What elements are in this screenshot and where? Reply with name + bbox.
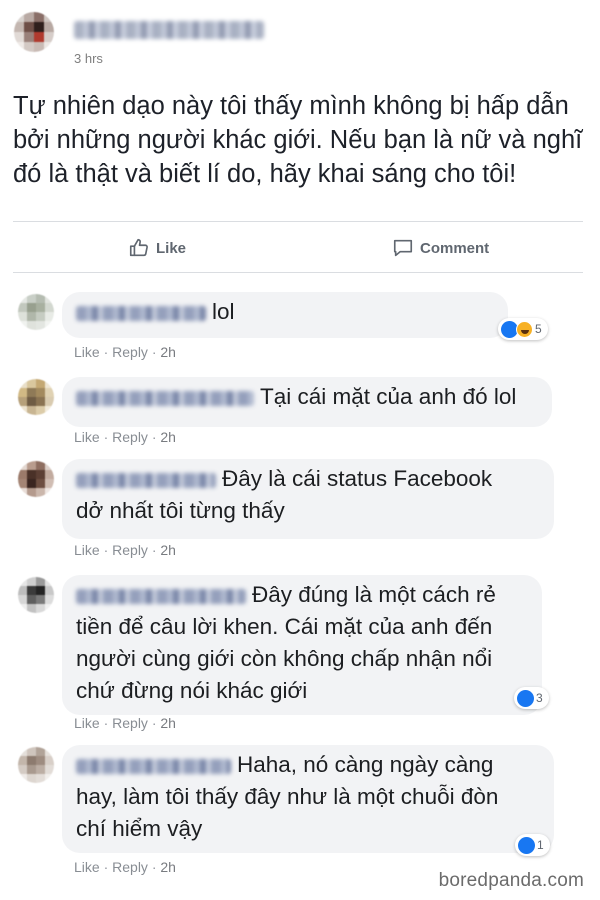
like-reaction-icon	[517, 689, 534, 707]
comment-button[interactable]: Comment	[392, 234, 489, 262]
commenter-name-redacted[interactable]	[76, 472, 216, 488]
comment-time[interactable]: 2h	[160, 542, 176, 558]
comment-meta: Like · Reply · 2h	[74, 542, 176, 558]
comment-bubble: Đây là cái status Facebook dở nhất tôi t…	[62, 459, 554, 539]
reaction-summary[interactable]: 1	[515, 834, 550, 856]
comment-reply-link[interactable]: Reply	[112, 715, 148, 731]
thumbs-up-icon	[128, 237, 150, 259]
post-timestamp[interactable]: 3 hrs	[74, 51, 103, 66]
comment-text: lol	[212, 299, 235, 324]
reaction-summary[interactable]: 5	[498, 318, 548, 340]
comment-bubble: Đây đúng là một cách rẻ tiền để câu lời …	[62, 575, 542, 715]
avatar[interactable]	[18, 577, 54, 613]
comment-text-line-3: chí hiểm vậy	[76, 816, 203, 841]
comment-meta: Like · Reply · 2h	[74, 715, 176, 731]
comment-bubble: lol	[62, 292, 508, 338]
comment-time[interactable]: 2h	[160, 429, 176, 445]
reaction-count: 1	[537, 838, 544, 852]
avatar[interactable]	[18, 294, 54, 330]
comment-text-line-3: người cùng giới còn không chấp nhận nổi	[76, 646, 493, 671]
like-reaction-icon	[518, 836, 535, 854]
comment-like-link[interactable]: Like	[74, 542, 100, 558]
comment-text: Đây là cái status Facebook	[222, 466, 493, 491]
like-button[interactable]: Like	[128, 234, 186, 262]
post-header: 3 hrs	[14, 12, 584, 68]
comment-text-line-2: hay, làm tôi thấy đây như là một chuỗi đ…	[76, 784, 499, 809]
commenter-name-redacted[interactable]	[76, 305, 206, 321]
comment-text-line-4: chứ đừng nói khác giới	[76, 678, 308, 703]
speech-bubble-icon	[392, 237, 414, 259]
author-name-redacted[interactable]	[74, 21, 264, 39]
divider	[13, 272, 583, 273]
avatar[interactable]	[18, 461, 54, 497]
comment-time[interactable]: 2h	[160, 715, 176, 731]
comment-text: Tại cái mặt của anh đó lol	[260, 384, 517, 409]
avatar[interactable]	[18, 747, 54, 783]
watermark: boredpanda.com	[438, 870, 584, 891]
divider	[13, 221, 583, 222]
commenter-name-redacted[interactable]	[76, 588, 246, 604]
comment-bubble: Haha, nó càng ngày càng hay, làm tôi thấ…	[62, 745, 554, 853]
comment-time[interactable]: 2h	[160, 344, 176, 360]
avatar[interactable]	[14, 12, 54, 52]
comment-text-line-2: tiền để câu lời khen. Cái mặt của anh đế…	[76, 614, 493, 639]
avatar[interactable]	[18, 379, 54, 415]
comment-reply-link[interactable]: Reply	[112, 542, 148, 558]
comment-reply-link[interactable]: Reply	[112, 344, 148, 360]
reaction-count: 5	[535, 322, 542, 336]
comment-meta: Like · Reply · 2h	[74, 344, 176, 360]
reaction-summary[interactable]: 3	[514, 687, 549, 709]
haha-reaction-icon	[516, 320, 533, 338]
comment-like-link[interactable]: Like	[74, 715, 100, 731]
comment-meta: Like · Reply · 2h	[74, 859, 176, 875]
comment-reply-link[interactable]: Reply	[112, 859, 148, 875]
comment-time[interactable]: 2h	[160, 859, 176, 875]
comment-label: Comment	[420, 239, 490, 257]
comment-text: Haha, nó càng ngày càng	[237, 752, 494, 777]
comment-reply-link[interactable]: Reply	[112, 429, 148, 445]
comment-bubble: Tại cái mặt của anh đó lol	[62, 377, 552, 427]
commenter-name-redacted[interactable]	[76, 390, 254, 406]
reaction-count: 3	[536, 691, 543, 705]
comment-text-line-2: dở nhất tôi từng thấy	[76, 498, 285, 523]
post-text: Tự nhiên dạo này tôi thấy mình không bị …	[13, 92, 583, 188]
comment-text: Đây đúng là một cách rẻ	[252, 582, 496, 607]
comment-like-link[interactable]: Like	[74, 344, 100, 360]
comment-meta: Like · Reply · 2h	[74, 429, 176, 445]
comment-like-link[interactable]: Like	[74, 859, 100, 875]
like-label: Like	[156, 239, 187, 257]
comment-like-link[interactable]: Like	[74, 429, 100, 445]
commenter-name-redacted[interactable]	[76, 758, 231, 774]
